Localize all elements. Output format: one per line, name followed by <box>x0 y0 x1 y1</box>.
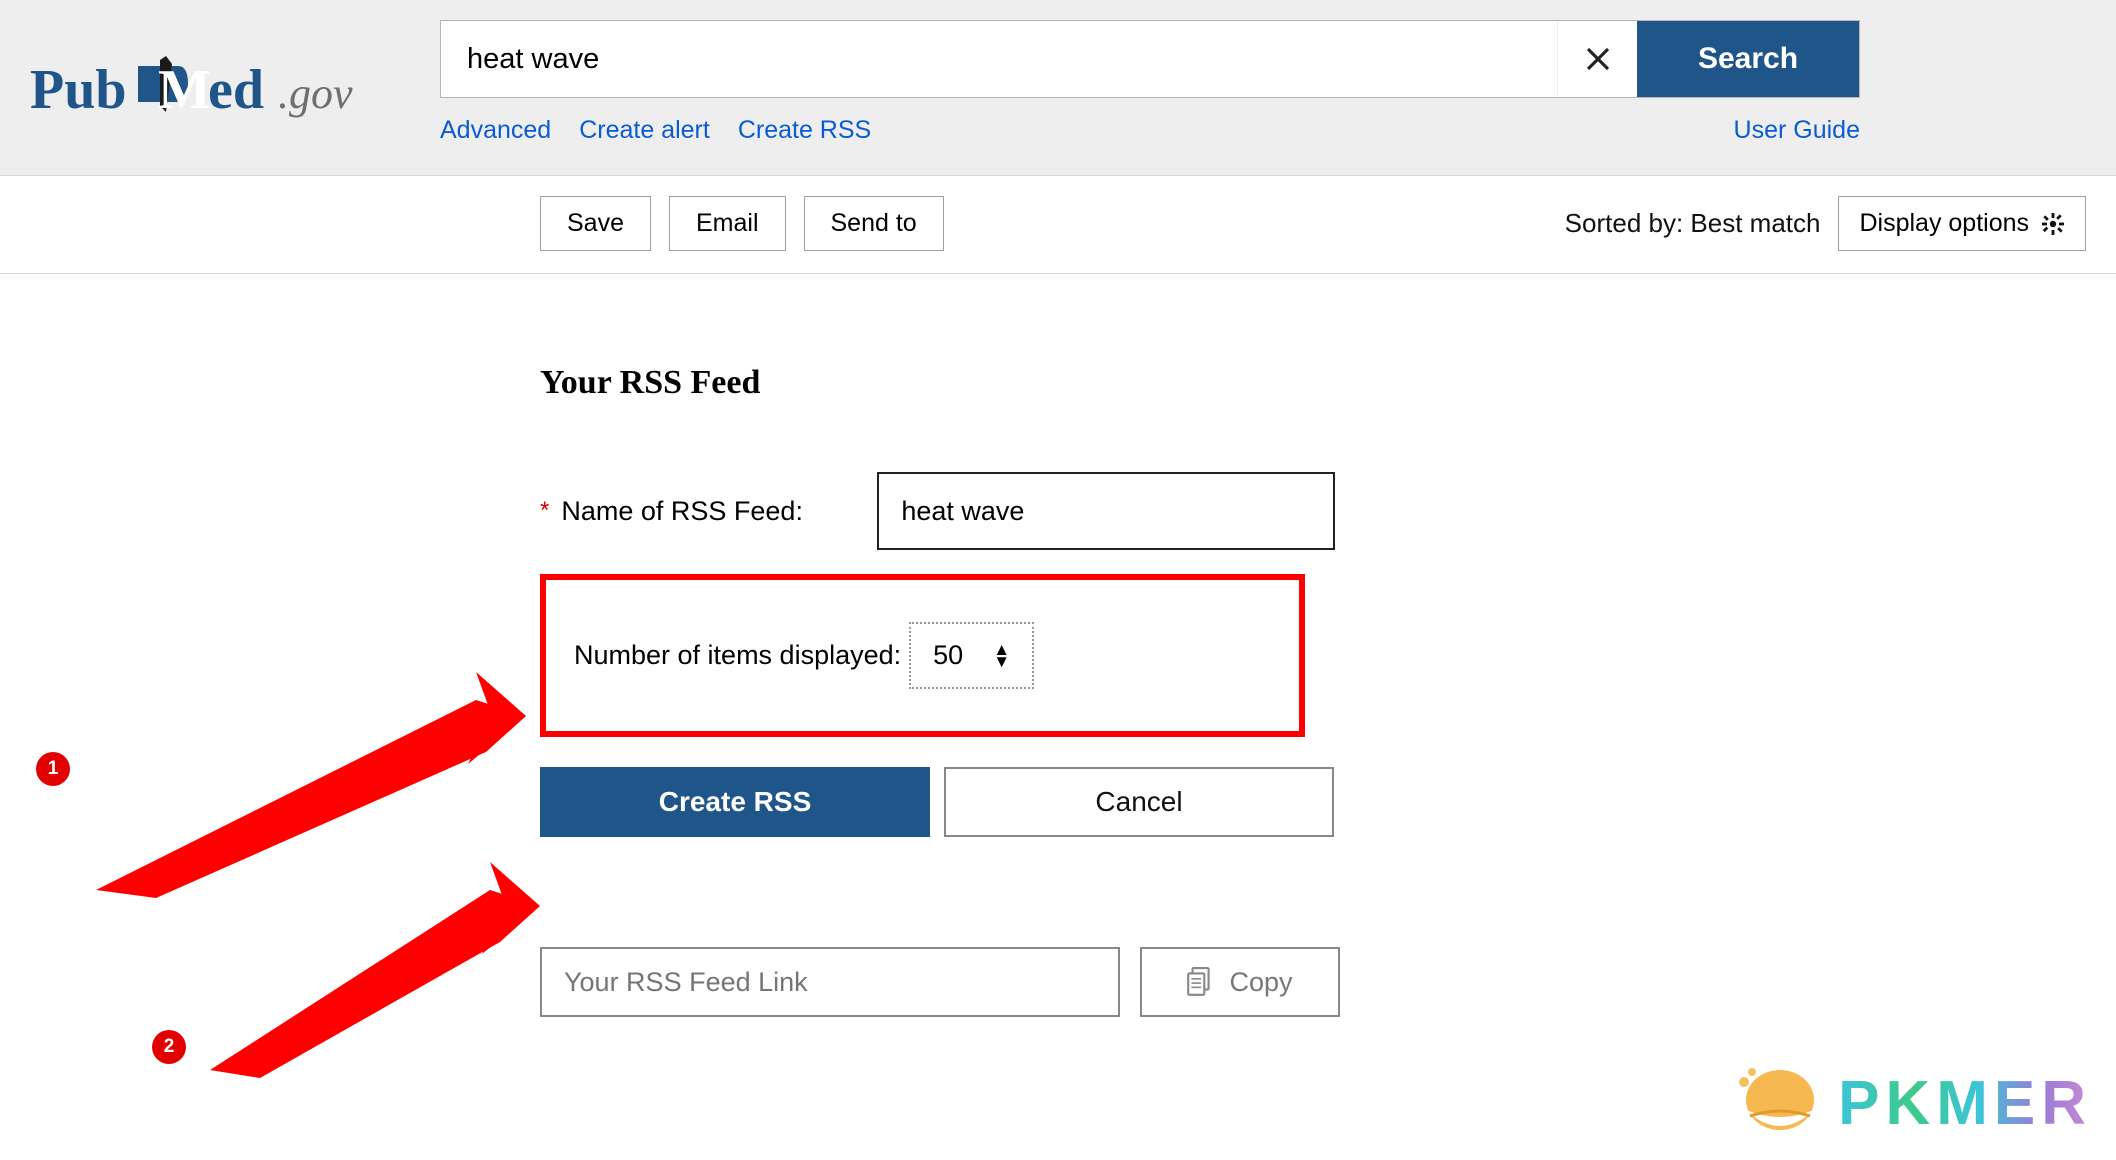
link-row: Copy <box>540 947 2086 1017</box>
sorted-by-text: Sorted by: Best match <box>1565 208 1821 239</box>
gear-icon <box>2041 212 2065 236</box>
search-column: Search Advanced Create alert Create RSS … <box>440 20 1860 145</box>
advanced-link[interactable]: Advanced <box>440 116 551 145</box>
save-button[interactable]: Save <box>540 196 651 251</box>
create-rss-button[interactable]: Create RSS <box>540 767 930 837</box>
close-icon <box>1583 44 1613 74</box>
results-toolbar: Save Email Send to Sorted by: Best match… <box>0 176 2116 274</box>
select-arrows-icon: ▲▼ <box>993 644 1010 668</box>
svg-text:ed: ed <box>208 59 264 121</box>
create-rss-link[interactable]: Create RSS <box>738 116 871 145</box>
pubmed-logo[interactable]: Pub M ed .gov <box>30 56 380 126</box>
search-input[interactable] <box>441 21 1557 97</box>
pkmer-text: PKMER <box>1838 1068 2092 1139</box>
copy-icon <box>1187 967 1213 997</box>
items-label: Number of items displayed: <box>574 640 901 671</box>
send-to-button[interactable]: Send to <box>804 196 944 251</box>
user-guide-link[interactable]: User Guide <box>1734 116 1860 144</box>
clear-search-button[interactable] <box>1557 21 1637 97</box>
annotation-badge-2: 2 <box>152 1030 186 1064</box>
rss-title: Your RSS Feed <box>540 364 2086 402</box>
items-value: 50 <box>933 640 963 671</box>
annotation-badge-1: 1 <box>36 752 70 786</box>
items-row-highlight: Number of items displayed: 50 ▲▼ <box>540 574 1305 737</box>
items-select[interactable]: 50 ▲▼ <box>909 622 1034 689</box>
button-row: Create RSS Cancel <box>540 767 2086 837</box>
display-options-label: Display options <box>1859 209 2029 238</box>
copy-button[interactable]: Copy <box>1140 947 1340 1017</box>
header-bar: Pub M ed .gov Search Advanced Create ale… <box>0 0 2116 176</box>
create-alert-link[interactable]: Create alert <box>579 116 710 145</box>
name-row: * Name of RSS Feed: <box>540 472 2086 550</box>
display-options-button[interactable]: Display options <box>1838 196 2086 251</box>
required-star: * <box>540 497 549 525</box>
search-row: Search <box>440 20 1860 98</box>
annotation-arrow-2 <box>210 850 540 1080</box>
rss-name-input[interactable] <box>877 472 1335 550</box>
email-button[interactable]: Email <box>669 196 786 251</box>
copy-label: Copy <box>1229 967 1292 998</box>
name-label: Name of RSS Feed: <box>561 496 877 527</box>
cancel-button[interactable]: Cancel <box>944 767 1334 837</box>
svg-text:Pub: Pub <box>30 59 127 121</box>
search-button[interactable]: Search <box>1637 21 1859 97</box>
pkmer-logo-icon <box>1730 1064 1820 1142</box>
pkmer-watermark: PKMER <box>1730 1064 2092 1142</box>
svg-text:.gov: .gov <box>278 69 353 118</box>
svg-text:M: M <box>158 59 211 121</box>
sub-links-row: Advanced Create alert Create RSS User Gu… <box>440 116 1860 145</box>
rss-link-input[interactable] <box>540 947 1120 1017</box>
